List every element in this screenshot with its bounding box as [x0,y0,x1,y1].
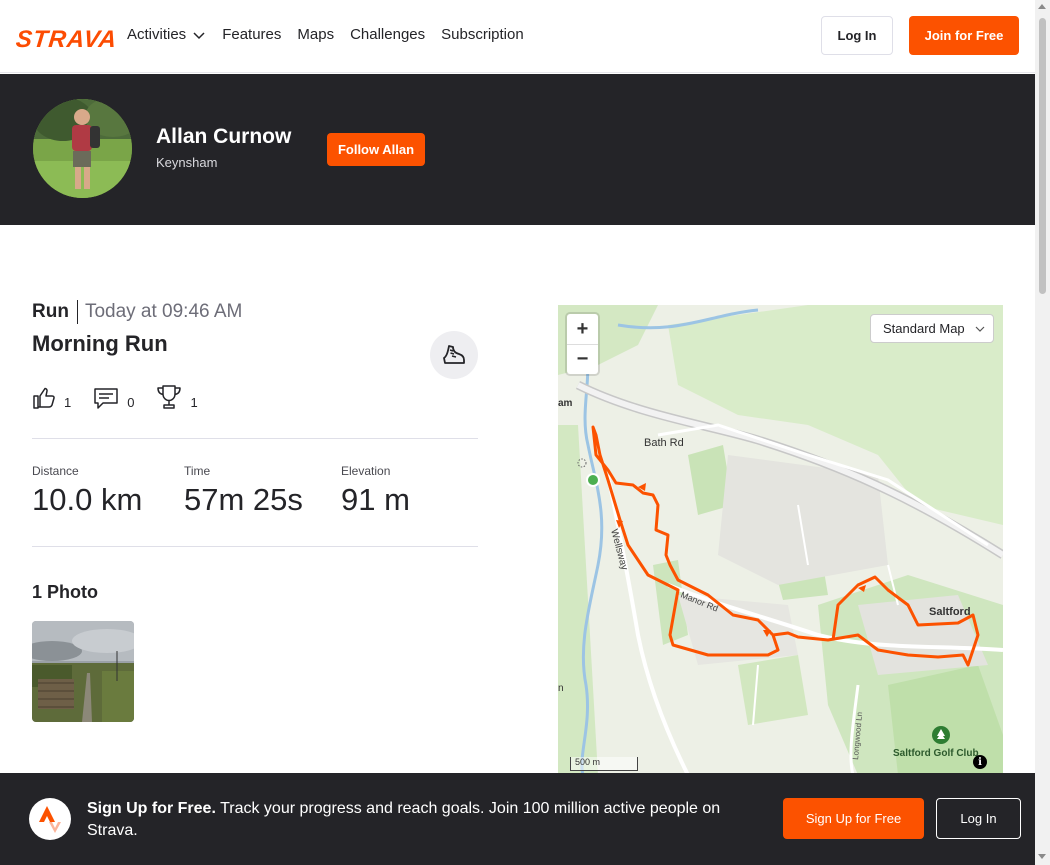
scrollbar[interactable] [1035,0,1050,865]
strava-logo[interactable]: STRAVA [15,26,119,54]
avatar[interactable] [33,99,132,198]
signup-button[interactable]: Sign Up for Free [783,798,924,839]
nav-activities[interactable]: Activities [127,26,206,43]
signup-headline: Sign Up for Free. [87,800,216,817]
shoe-button[interactable] [430,331,478,379]
kudos-count: 1 [64,395,72,410]
trophy-icon [157,385,182,409]
scroll-thumb[interactable] [1039,18,1046,294]
info-icon[interactable]: i [973,755,987,769]
map-scale: 500 m [570,757,638,771]
map-label-edge-n: n [558,683,564,694]
activity-title: Morning Run [32,331,168,356]
comment-icon [94,388,118,409]
join-button[interactable]: Join for Free [909,16,1019,55]
signup-banner: Sign Up for Free. Track your progress an… [0,773,1035,865]
photos-heading: 1 Photo [32,582,98,602]
strava-app-icon [29,798,71,840]
map-style-label: Standard Map [883,321,965,336]
chevron-down-icon [193,31,205,39]
map-label-saltford: Saltford [929,606,971,618]
map-label-golf: Saltford Golf Club [893,748,979,759]
stat-value: 91 m [341,482,410,517]
activity-photo[interactable] [32,621,134,722]
stat-label: Time [184,464,211,478]
activity-date: Today at 09:46 AM [84,301,243,322]
stat-distance: Distance 10.0 km [32,464,150,518]
kudos[interactable]: 1 [32,384,71,410]
nav-activities-label: Activities [127,26,187,43]
stat-time: Time 57m 25s [184,464,307,518]
map-label-edge-am: am [558,398,573,409]
zoom-out-button[interactable]: − [567,344,598,374]
scroll-up-arrow[interactable] [1038,4,1046,9]
activity-header: Run Today at 09:46 AM [32,300,242,324]
divider [32,438,478,439]
activity-stats: Distance 10.0 km Time 57m 25s Elevation … [32,464,444,518]
zoom-control: + − [567,314,598,374]
nav-maps[interactable]: Maps [297,26,334,43]
thumbs-up-icon [33,387,55,409]
comments[interactable]: 0 [93,384,134,410]
scroll-down-arrow[interactable] [1038,854,1046,859]
athlete-header: Allan Curnow Keynsham Follow Allan [0,74,1035,225]
signup-text: Sign Up for Free. Track your progress an… [87,798,757,842]
nav-features[interactable]: Features [222,26,281,43]
nav-challenges[interactable]: Challenges [350,26,425,43]
athlete-location: Keynsham [156,155,218,170]
zoom-in-button[interactable]: + [567,314,598,344]
map-label-bath-rd: Bath Rd [644,437,684,449]
map-canvas[interactable]: Bath Rd Wellsway Manor Rd Saltford Saltf… [558,305,1003,775]
activity-type: Run [32,300,78,324]
stat-label: Elevation [341,464,391,478]
nav-subscription[interactable]: Subscription [441,26,524,43]
social-stats: 1 0 1 [32,384,198,410]
login-button[interactable]: Log In [821,16,893,55]
stat-elevation: Elevation 91 m [341,464,410,518]
follow-button[interactable]: Follow Allan [327,133,425,166]
route-map[interactable]: Bath Rd Wellsway Manor Rd Saltford Saltf… [558,305,1003,775]
stat-label: Distance [32,464,79,478]
divider [32,546,478,547]
comment-count: 0 [127,395,135,410]
shoe-icon [443,345,465,364]
achievement-count: 1 [190,395,198,410]
top-nav: STRAVA Activities Features Maps Challeng… [0,0,1035,73]
stat-value: 10.0 km [32,482,143,517]
stat-value: 57m 25s [184,482,303,517]
nav-links: Activities Features Maps Challenges Subs… [127,26,524,43]
signup-login-button[interactable]: Log In [936,798,1021,839]
athlete-name[interactable]: Allan Curnow [156,125,291,149]
achievements[interactable]: 1 [156,384,198,410]
map-style-select[interactable]: Standard Map [870,314,994,343]
chevron-down-icon [975,326,985,332]
